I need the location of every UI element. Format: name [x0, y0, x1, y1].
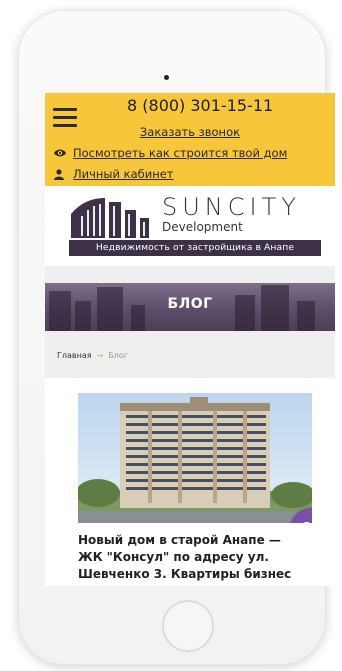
home-button[interactable]: [162, 600, 214, 652]
breadcrumb-arrow-icon: →: [96, 351, 104, 360]
article-title[interactable]: Новый дом в старой Анапе — ЖК "Консул" п…: [78, 532, 308, 586]
breadcrumb-current: Блог: [108, 351, 128, 360]
phone-number[interactable]: 8 (800) 301-15-11: [127, 96, 287, 115]
tagline: Недвижимость от застройщика в Анапе: [69, 240, 321, 256]
personal-account-link[interactable]: Личный кабинет: [53, 167, 174, 181]
person-icon: [54, 168, 64, 180]
watch-construction-label: Посмотреть как строится твой дом: [73, 146, 288, 160]
watch-construction-link[interactable]: Посмотреть как строится твой дом: [53, 146, 287, 160]
page-banner: БЛОГ: [45, 283, 335, 331]
logo-subtitle: Development: [162, 220, 243, 234]
eye-icon: [54, 149, 66, 157]
logo-name: SUNCITY: [162, 193, 301, 221]
callback-link[interactable]: Заказать звонок: [45, 125, 335, 139]
breadcrumb: Главная → Блог: [57, 351, 128, 360]
screen: 8 (800) 301-15-11 Заказать звонок Посмот…: [45, 93, 335, 586]
building-logo-icon: [71, 198, 149, 238]
blog-card[interactable]: Новый дом в старой Анапе — ЖК "Консул" п…: [45, 378, 335, 586]
personal-account-label: Личный кабинет: [73, 167, 174, 181]
top-bar: 8 (800) 301-15-11 Заказать звонок Посмот…: [45, 93, 335, 186]
page-title: БЛОГ: [167, 296, 213, 312]
building-photo: [78, 397, 312, 523]
article-image[interactable]: [78, 393, 312, 523]
viber-phone-icon: [304, 522, 312, 523]
camera-dot: [164, 75, 169, 80]
breadcrumb-home[interactable]: Главная: [57, 351, 92, 360]
logo-area[interactable]: SUNCITY Development Недвижимость от заст…: [45, 186, 335, 266]
